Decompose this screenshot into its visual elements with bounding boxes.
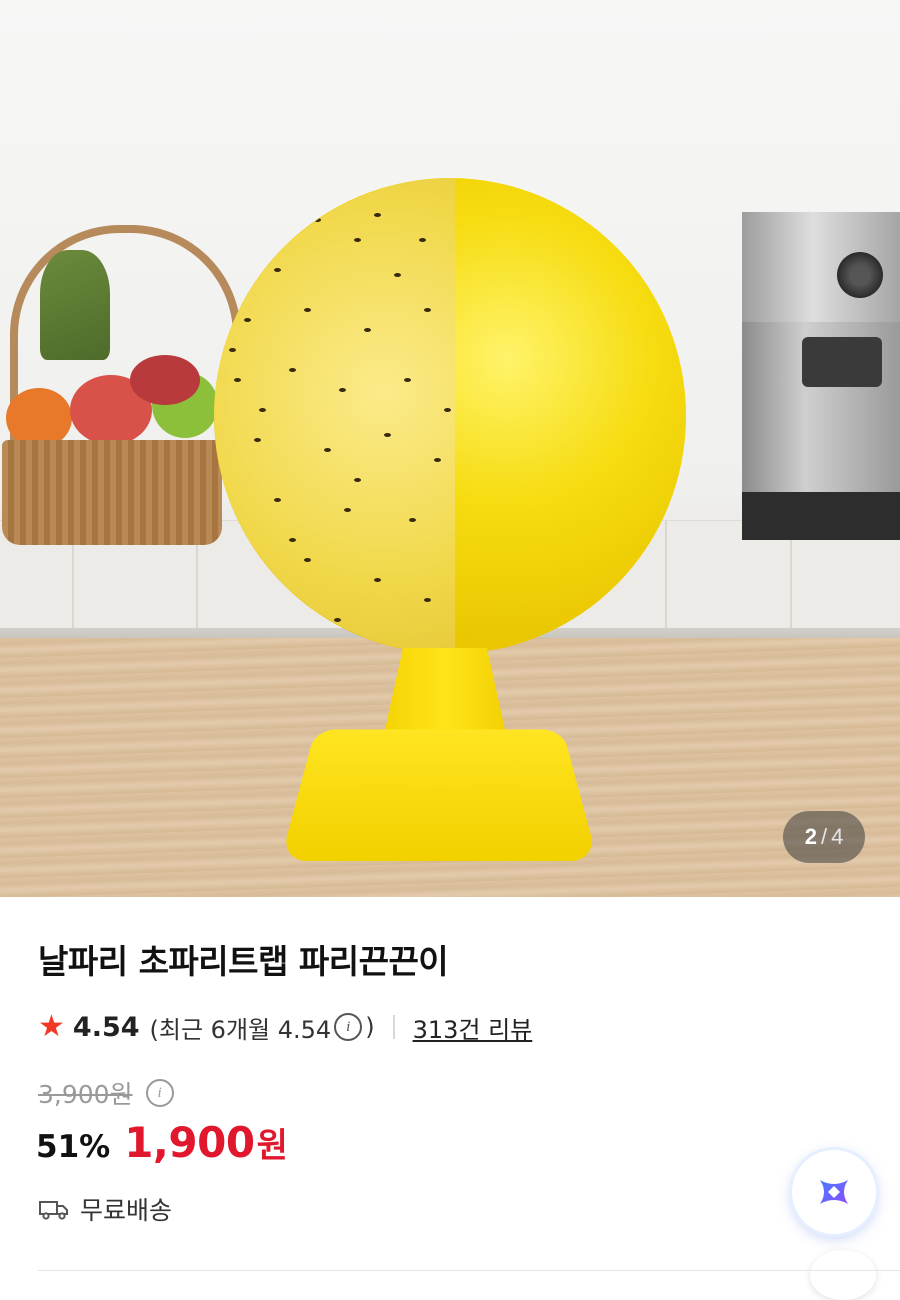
fruit-orange xyxy=(6,388,72,448)
sale-price-unit: 원 xyxy=(256,1126,288,1166)
fruit-red xyxy=(130,355,200,405)
original-price-row: 3,900원 i xyxy=(38,1075,177,1111)
rating-row: ★ 4.54 (최근 6개월 4.54 i ) 313건 리뷰 xyxy=(38,1008,532,1046)
shipping-row: 무료배송 xyxy=(38,1191,172,1227)
current-page: 2 xyxy=(804,824,817,849)
sale-price: 1,900 xyxy=(124,1118,255,1167)
rating-score: 4.54 xyxy=(72,1011,140,1043)
shipping-text: 무료배송 xyxy=(80,1196,173,1225)
page-separator: / xyxy=(820,824,828,849)
product-title: 날파리 초파리트랩 파리끈끈이 xyxy=(38,942,449,981)
trap-stand-base xyxy=(280,729,598,862)
truck-icon xyxy=(39,1201,68,1220)
original-price: 3,900원 xyxy=(38,1080,133,1109)
pineapple-leaves xyxy=(40,250,110,360)
gallery-page-indicator: 2 / 4 xyxy=(783,811,865,863)
coffee-machine xyxy=(742,212,900,540)
scroll-top-button[interactable] xyxy=(810,1250,876,1300)
divider xyxy=(392,1015,395,1039)
recent-rating-close: ) xyxy=(365,1013,375,1041)
recent-rating-text: (최근 6개월 4.54 xyxy=(149,1015,332,1044)
star-icon: ★ xyxy=(38,1009,65,1044)
section-divider xyxy=(38,1270,900,1271)
review-count-link[interactable]: 313건 리뷰 xyxy=(413,1010,533,1045)
total-pages: 4 xyxy=(831,824,844,849)
ai-assistant-icon xyxy=(820,1180,848,1204)
price-info-icon[interactable]: i xyxy=(145,1079,174,1107)
info-icon[interactable]: i xyxy=(334,1013,363,1041)
ai-assistant-button[interactable] xyxy=(792,1150,876,1234)
sale-price-row: 51% 1,900 원 xyxy=(36,1118,288,1167)
product-image[interactable]: 2 / 4 xyxy=(0,0,900,897)
fruit-basket xyxy=(2,440,222,545)
recent-rating: (최근 6개월 4.54 i ) xyxy=(150,1010,375,1045)
discount-rate: 51% xyxy=(36,1129,111,1165)
